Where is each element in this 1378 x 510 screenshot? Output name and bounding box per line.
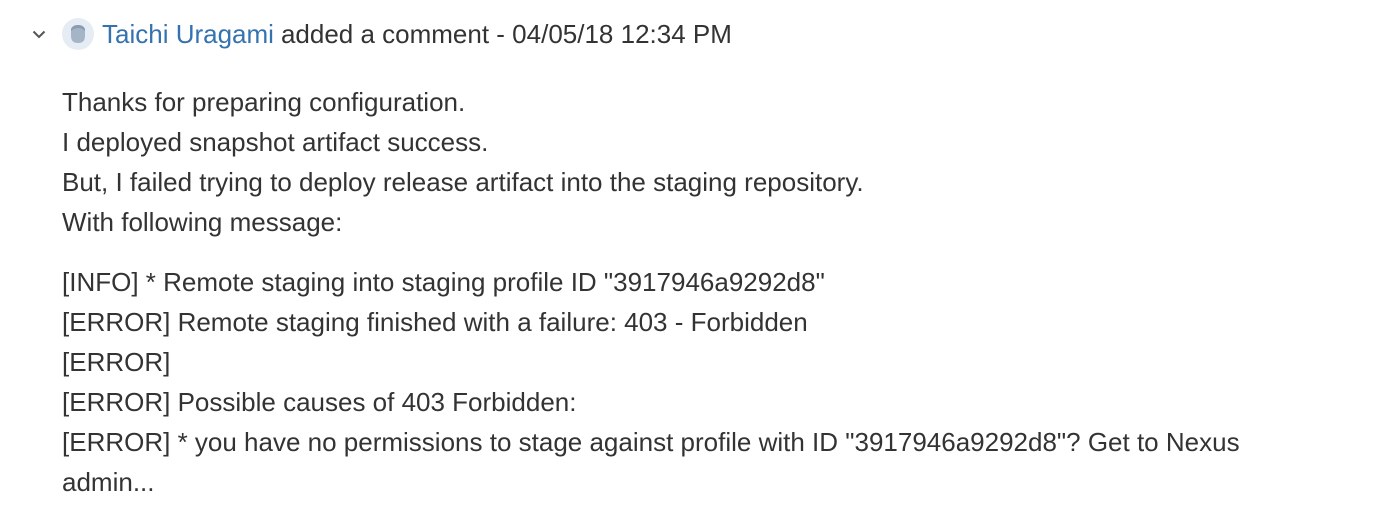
comment-line: Thanks for preparing configuration. bbox=[62, 87, 466, 117]
comment-line: I deployed snapshot artifact success. bbox=[62, 127, 489, 157]
log-line: [INFO] * Remote staging into staging pro… bbox=[62, 267, 825, 297]
log-line: admin... bbox=[62, 467, 155, 497]
comment-line: With following message: bbox=[62, 207, 343, 237]
comment-header: Taichi Uragami added a comment - 04/05/1… bbox=[28, 14, 732, 54]
collapse-chevron-icon[interactable] bbox=[28, 23, 50, 45]
log-line: [ERROR] * you have no permissions to sta… bbox=[62, 427, 1240, 457]
comment-meta: added a comment - 04/05/18 12:34 PM bbox=[280, 18, 732, 49]
avatar[interactable] bbox=[62, 18, 94, 50]
author-link[interactable]: Taichi Uragami bbox=[102, 19, 274, 50]
comment-body: Thanks for preparing configuration. I de… bbox=[62, 82, 1240, 502]
log-line: [ERROR] bbox=[62, 347, 171, 377]
comment-line: But, I failed trying to deploy release a… bbox=[62, 167, 864, 197]
log-line: [ERROR] Possible causes of 403 Forbidden… bbox=[62, 387, 577, 417]
log-line: [ERROR] Remote staging finished with a f… bbox=[62, 307, 808, 337]
